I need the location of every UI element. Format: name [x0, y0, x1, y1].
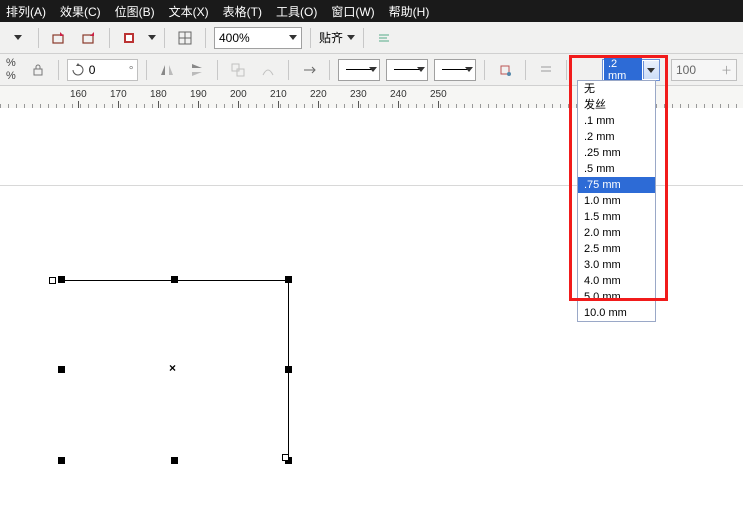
menu-table[interactable]: 表格(T)	[223, 3, 262, 20]
width-option[interactable]: 10.0 mm	[578, 305, 655, 321]
menu-effects[interactable]: 效果(C)	[60, 3, 101, 20]
rotate-icon	[71, 63, 85, 77]
plus-icon: ＋	[721, 62, 732, 78]
publish-dropdown-icon[interactable]	[148, 35, 156, 40]
menu-arrange[interactable]: 排列(A)	[6, 3, 46, 20]
ungroup-icon[interactable]	[226, 58, 250, 82]
menu-bitmap[interactable]: 位图(B)	[115, 3, 155, 20]
outline-width-dropdown[interactable]: 无发丝.1 mm.2 mm.25 mm.5 mm.75 mm1.0 mm1.5 …	[577, 80, 656, 322]
toolbar-dropdown-icon[interactable]	[6, 26, 30, 50]
width-option[interactable]: .5 mm	[578, 161, 655, 177]
center-marker[interactable]: ×	[169, 361, 176, 375]
snap-dropdown-icon[interactable]	[347, 35, 355, 40]
menu-bar: 排列(A) 效果(C) 位图(B) 文本(X) 表格(T) 工具(O) 窗口(W…	[0, 0, 743, 22]
export-icon[interactable]	[77, 26, 101, 50]
grid-icon[interactable]	[173, 26, 197, 50]
handle-n[interactable]	[171, 276, 178, 283]
align-icon[interactable]	[534, 58, 558, 82]
width-option[interactable]: .2 mm	[578, 129, 655, 145]
node-end[interactable]	[282, 454, 289, 461]
width-option[interactable]: .1 mm	[578, 113, 655, 129]
zoom-value: 400%	[219, 31, 250, 45]
width-option[interactable]: 发丝	[578, 97, 655, 113]
rotation-unit: °	[129, 63, 134, 77]
width-option[interactable]: .25 mm	[578, 145, 655, 161]
handle-ne[interactable]	[285, 276, 292, 283]
handle-s[interactable]	[171, 457, 178, 464]
zoom-select[interactable]: 400%	[214, 27, 302, 49]
mirror-v-icon[interactable]	[185, 58, 209, 82]
main-toolbar: 400% 贴齐	[0, 22, 743, 54]
handle-e[interactable]	[285, 366, 292, 373]
width-option[interactable]: .75 mm	[578, 177, 655, 193]
outline-width-dropdown-button[interactable]	[643, 61, 659, 79]
chevron-down-icon	[289, 35, 297, 40]
edit-path-icon[interactable]	[256, 58, 280, 82]
menu-text[interactable]: 文本(X)	[169, 3, 209, 20]
handle-nw[interactable]	[58, 276, 65, 283]
line-start-style[interactable]	[338, 59, 380, 81]
handle-w[interactable]	[58, 366, 65, 373]
menu-window[interactable]: 窗口(W)	[331, 3, 374, 20]
wrap-text-icon[interactable]	[493, 58, 517, 82]
options-icon[interactable]	[372, 26, 396, 50]
line-end-style[interactable]	[434, 59, 476, 81]
node-start[interactable]	[49, 277, 56, 284]
publish-pdf-icon[interactable]	[118, 26, 142, 50]
selected-shape[interactable]: ×	[58, 276, 292, 464]
lock-ratio-icon[interactable]	[26, 58, 50, 82]
rotation-value[interactable]	[87, 62, 127, 78]
handle-sw[interactable]	[58, 457, 65, 464]
snap-label[interactable]: 贴齐	[319, 29, 343, 46]
width-option[interactable]: 2.5 mm	[578, 241, 655, 257]
menu-help[interactable]: 帮助(H)	[389, 3, 430, 20]
rotation-input[interactable]: °	[67, 59, 138, 81]
menu-tools[interactable]: 工具(O)	[276, 3, 317, 20]
opacity-value: 100	[676, 63, 696, 77]
width-option[interactable]: 1.0 mm	[578, 193, 655, 209]
opacity-box[interactable]: 100 ＋	[671, 59, 737, 81]
width-option[interactable]: 3.0 mm	[578, 257, 655, 273]
mirror-h-icon[interactable]	[155, 58, 179, 82]
outline-width-select[interactable]: .2 mm	[602, 59, 660, 81]
import-icon[interactable]	[47, 26, 71, 50]
line-dash-style[interactable]	[386, 59, 428, 81]
width-option[interactable]: 4.0 mm	[578, 273, 655, 289]
width-option[interactable]: 1.5 mm	[578, 209, 655, 225]
width-option[interactable]: 无	[578, 81, 655, 97]
percent-icon: %%	[6, 57, 16, 82]
close-path-icon[interactable]	[297, 58, 321, 82]
width-option[interactable]: 5.0 mm	[578, 289, 655, 305]
width-option[interactable]: 2.0 mm	[578, 225, 655, 241]
